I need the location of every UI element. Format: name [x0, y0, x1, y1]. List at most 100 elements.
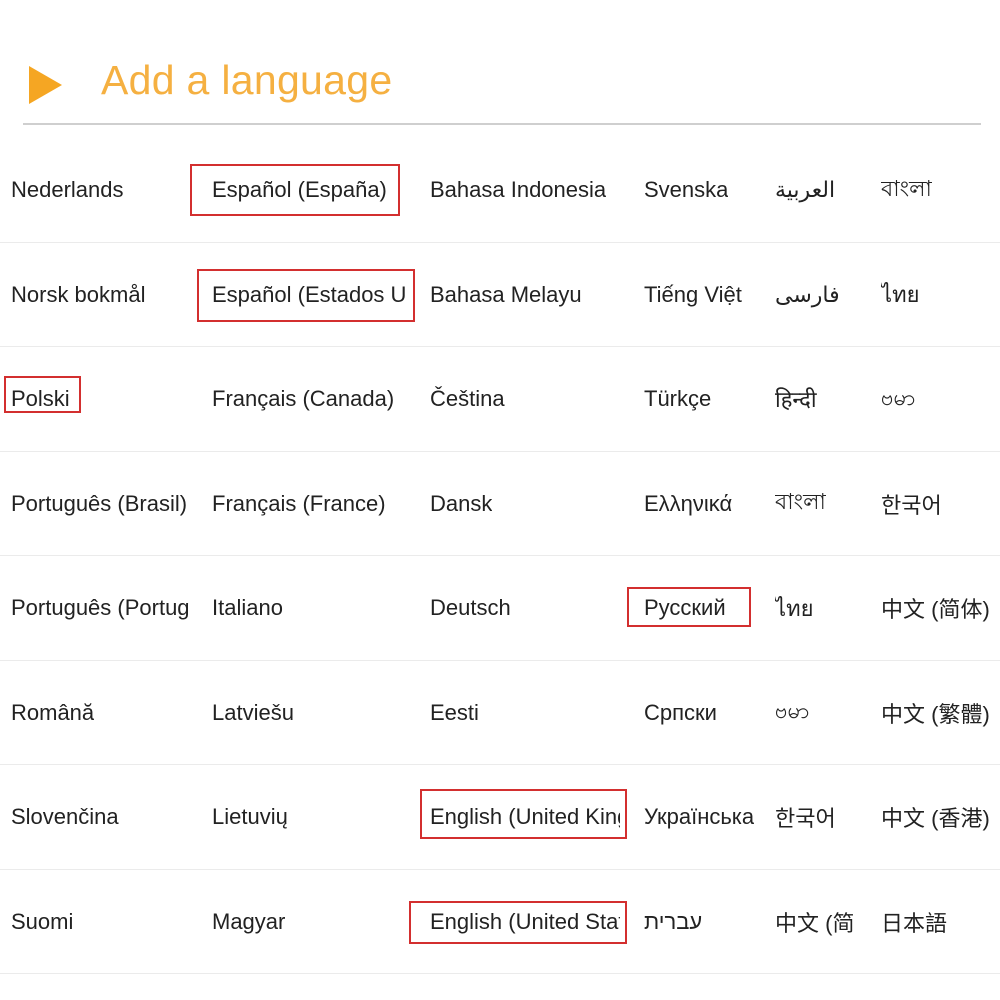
language-option[interactable]: Italiano: [212, 556, 407, 660]
language-option[interactable]: Español (España): [212, 138, 407, 242]
language-option[interactable]: Ελληνικά: [644, 452, 754, 556]
language-option[interactable]: Polski: [11, 347, 189, 451]
language-option-label: Español (Estados Unidos): [212, 281, 407, 307]
language-option-label: Bahasa Melayu: [430, 281, 582, 307]
language-option-label: Nederlands: [11, 177, 124, 202]
language-option[interactable]: Čeština: [430, 347, 620, 451]
language-option[interactable]: ไทย: [881, 243, 1000, 347]
language-option-label: Français (Canada): [212, 386, 395, 411]
page-title: Add a language: [101, 57, 393, 103]
language-option[interactable]: Türkçe: [644, 347, 754, 451]
play-triangle-icon: [29, 66, 62, 104]
language-option[interactable]: Lietuvių: [212, 765, 407, 869]
language-option-label: Norsk bokmål: [11, 281, 146, 307]
language-option-label: বাংলা: [775, 489, 826, 514]
language-option-label: Čeština: [430, 386, 505, 411]
language-option[interactable]: ဗမာ: [775, 661, 860, 765]
language-option-label: 中文 (香港): [881, 806, 990, 831]
language-option[interactable]: עברית: [644, 870, 754, 974]
language-option-label: ဗမာ: [881, 384, 916, 410]
language-option-label: English (United Kingdom): [430, 804, 620, 829]
language-option-label: 中文 (简体): [881, 597, 990, 622]
language-option[interactable]: 中文 (繁體): [881, 661, 1000, 765]
language-option[interactable]: Deutsch: [430, 556, 620, 660]
language-option-label: বাংলা: [881, 175, 932, 201]
language-option[interactable]: Magyar: [212, 870, 407, 974]
language-option[interactable]: Suomi: [11, 870, 189, 974]
language-option-label: Español (España): [212, 177, 387, 202]
language-option[interactable]: Português (Portugal): [11, 556, 189, 660]
language-option-label: فارسی: [775, 281, 840, 307]
language-option[interactable]: Español (Estados Unidos): [212, 243, 407, 347]
header-divider: [23, 123, 981, 125]
language-option-label: Slovenčina: [11, 804, 119, 829]
language-option[interactable]: Dansk: [430, 452, 620, 556]
language-option[interactable]: Français (Canada): [212, 347, 407, 451]
language-row: Română Latviešu Eesti Српски ဗမာ 中文 (繁體): [0, 661, 1000, 765]
language-option[interactable]: বাংলা: [881, 138, 1000, 242]
language-option[interactable]: Tiếng Việt: [644, 243, 754, 347]
language-option[interactable]: Română: [11, 661, 189, 765]
language-option[interactable]: 한국어: [775, 765, 860, 869]
language-option[interactable]: Bahasa Melayu: [430, 243, 620, 347]
language-option[interactable]: 日本語: [881, 870, 1000, 974]
language-option-label: 한국어: [881, 492, 942, 518]
language-option[interactable]: Français (France): [212, 452, 407, 556]
language-row: Suomi Magyar English (United States) עברית 中…: [0, 870, 1000, 974]
language-option-label: Lietuvių: [212, 804, 288, 829]
language-option-label: Português (Portugal): [11, 595, 189, 620]
language-option-label: Tiếng Việt: [644, 281, 742, 307]
language-option[interactable]: العربية: [775, 138, 860, 242]
language-option[interactable]: ไทย: [775, 556, 860, 660]
language-option-label: Français (France): [212, 490, 386, 516]
language-option-label: Polski: [11, 386, 70, 411]
language-option[interactable]: Svenska: [644, 138, 754, 242]
language-option-label: Português (Brasil): [11, 490, 188, 516]
language-option[interactable]: Eesti: [430, 661, 620, 765]
language-option-label: Українська: [644, 804, 754, 829]
language-row: Português (Brasil) Français (France) Dansk…: [0, 452, 1000, 556]
language-option-label: ဗမာ: [775, 698, 810, 723]
language-option[interactable]: Latviešu: [212, 661, 407, 765]
language-option[interactable]: Norsk bokmål: [11, 243, 189, 347]
language-option[interactable]: Slovenčina: [11, 765, 189, 869]
language-option[interactable]: Nederlands: [11, 138, 189, 242]
language-option[interactable]: 中文 (简体): [881, 556, 1000, 660]
language-option[interactable]: Português (Brasil): [11, 452, 189, 556]
language-option-label: Deutsch: [430, 595, 511, 620]
language-option-label: 中文 (简: [775, 910, 855, 936]
language-option[interactable]: ဗမာ: [881, 347, 1000, 451]
language-option-label: ไทย: [881, 282, 920, 307]
language-option-label: ไทย: [775, 595, 814, 621]
language-option[interactable]: Русский: [644, 556, 754, 660]
language-option[interactable]: English (United Kingdom): [430, 765, 620, 869]
language-option-label: Suomi: [11, 908, 74, 934]
language-option-label: Latviešu: [212, 699, 294, 725]
language-option-label: Türkçe: [644, 386, 712, 411]
language-option[interactable]: فارسی: [775, 243, 860, 347]
language-option[interactable]: Српски: [644, 661, 754, 765]
language-option[interactable]: 한국어: [881, 452, 1000, 556]
language-option[interactable]: English (United States): [430, 870, 620, 974]
row-divider: [0, 973, 1000, 974]
language-option[interactable]: বাংলা: [775, 452, 860, 556]
language-option-label: 日本語: [881, 910, 948, 936]
language-row: Nederlands Español (España) Bahasa Indones…: [0, 138, 1000, 242]
language-option-label: Svenska: [644, 177, 729, 202]
language-option-label: Eesti: [430, 699, 479, 725]
language-option[interactable]: 中文 (简: [775, 870, 860, 974]
language-option[interactable]: 中文 (香港): [881, 765, 1000, 869]
language-option-label: Magyar: [212, 908, 286, 934]
language-option-label: हिन्दी: [775, 387, 817, 412]
language-row: Português (Portugal) Italiano Deutsch Русск…: [0, 556, 1000, 660]
language-row: Slovenčina Lietuvių English (United Kingdo…: [0, 765, 1000, 869]
language-option[interactable]: Bahasa Indonesia: [430, 138, 620, 242]
language-option-label: 中文 (繁體): [881, 701, 990, 727]
language-option-label: Italiano: [212, 595, 283, 620]
language-option-label: Ελληνικά: [644, 490, 733, 516]
language-option[interactable]: हिन्दी: [775, 347, 860, 451]
language-option[interactable]: Українська: [644, 765, 754, 869]
language-option-label: Русский: [644, 595, 726, 620]
language-option-label: Dansk: [430, 490, 493, 516]
language-option-label: Српски: [644, 699, 717, 725]
